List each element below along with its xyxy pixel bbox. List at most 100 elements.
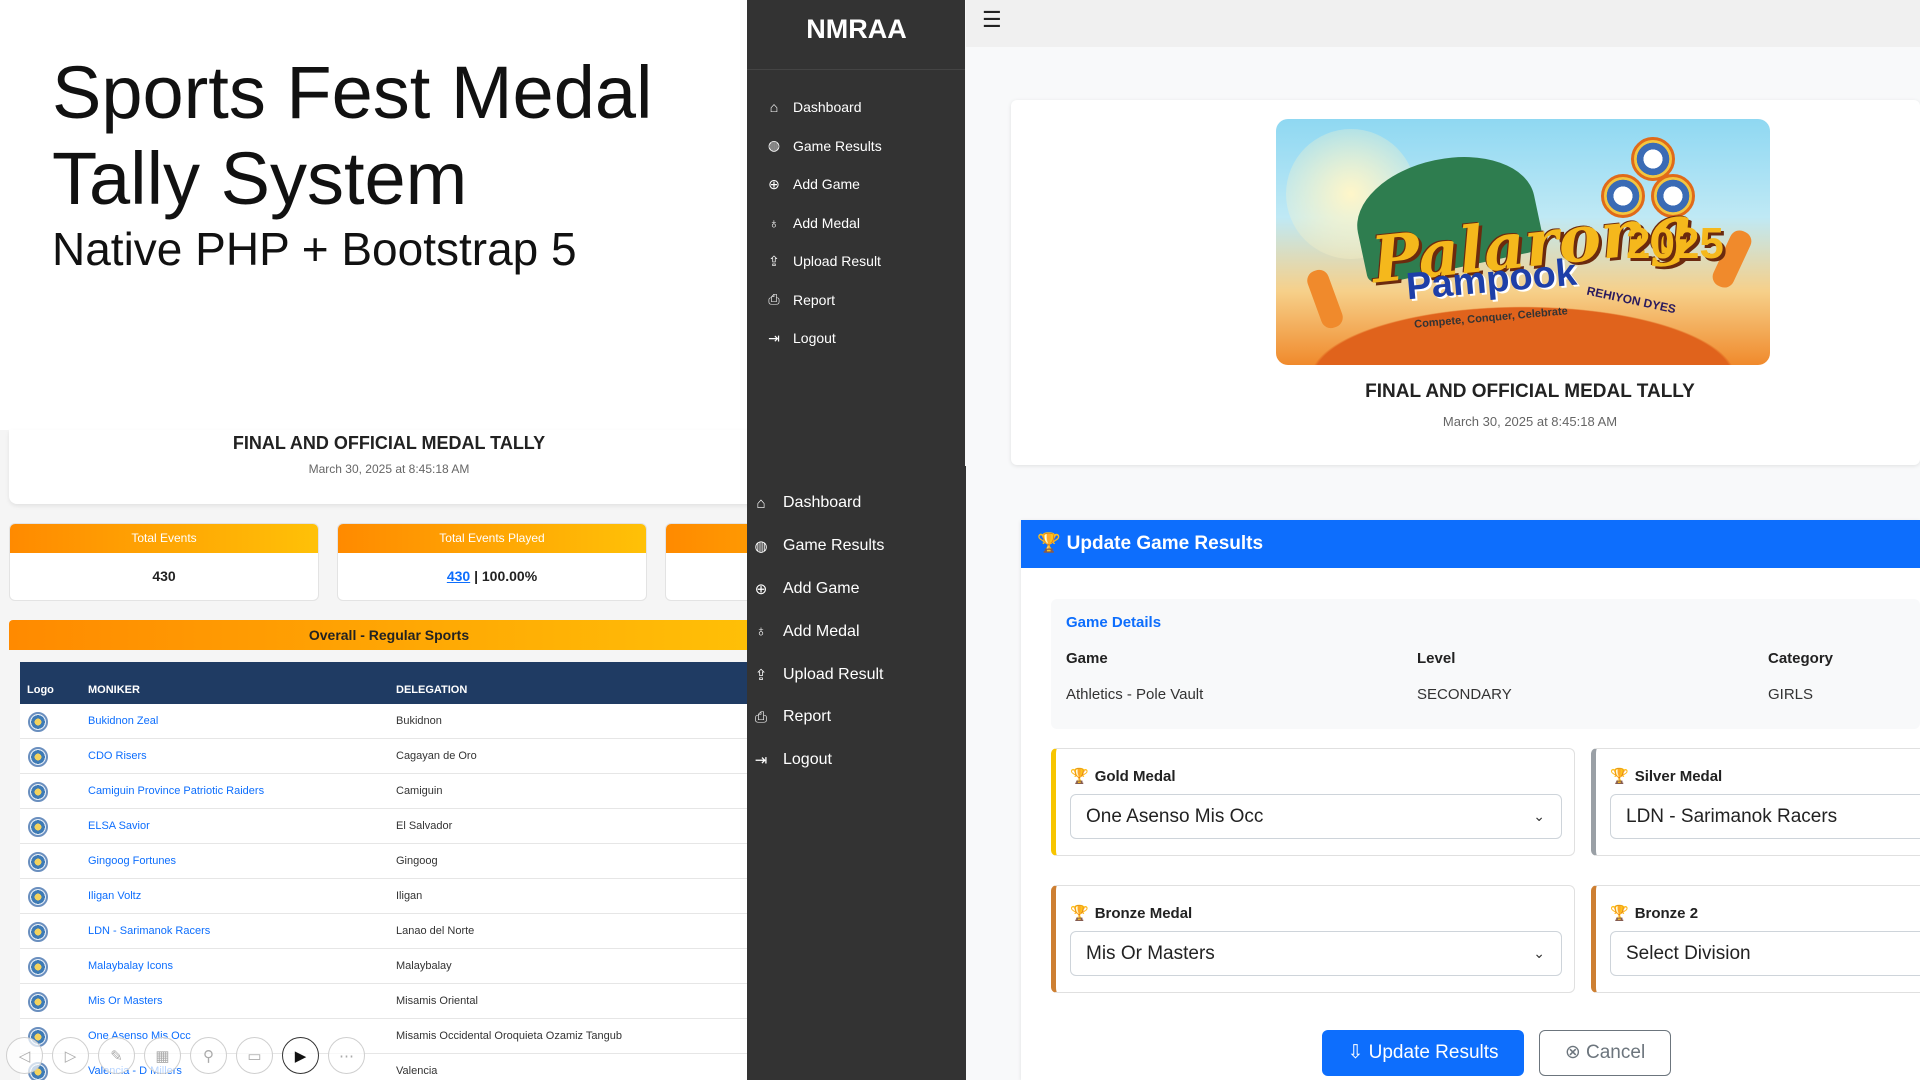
sidebar-item-label: Report xyxy=(793,291,836,308)
gold-medal-label: Gold Medal xyxy=(1094,768,1176,785)
event-banner-image: Palarong Pampook 2025 Compete, Conquer, … xyxy=(1276,119,1770,365)
column-header-moniker: MONIKER xyxy=(88,684,140,696)
camera-icon[interactable]: ▶ xyxy=(282,1037,319,1074)
moniker-link[interactable]: CDO Risers xyxy=(88,750,147,762)
delegation-logo xyxy=(28,992,48,1012)
printer-icon: ⎙ xyxy=(768,291,780,308)
event-banner-card: Palarong Pampook 2025 Compete, Conquer, … xyxy=(1011,100,1920,465)
delegation-logo xyxy=(28,817,48,837)
sidebar-item-add-medal[interactable]: ♁ Add Medal xyxy=(747,204,966,243)
update-results-card: 🏆 Update Game Results Game Details Game L… xyxy=(1021,520,1920,1080)
sidebar-item-add-game[interactable]: ⊕ Add Game xyxy=(747,568,966,611)
sidebar-item-game-results[interactable]: ◍ Game Results xyxy=(747,525,966,568)
slide-toolbar: ◁ ▷ ✎ ▦ ⚲ ▭ ▶ ⋯ xyxy=(6,1037,365,1074)
tally-title: FINAL AND OFFICIAL MEDAL TALLY xyxy=(232,433,546,453)
cancel-button[interactable]: ⊗ Cancel xyxy=(1539,1030,1671,1076)
gold-medal-card: 🏆 Gold Medal One Asenso Mis Occ ⌄ xyxy=(1051,748,1575,856)
sidebar-item-game-results[interactable]: ◍ Game Results xyxy=(747,127,966,166)
more-options-icon[interactable]: ⋯ xyxy=(328,1037,365,1074)
bronze2-medal-select[interactable]: Select Division⌄ xyxy=(1610,931,1920,976)
update-results-button[interactable]: ⇩ Update Results xyxy=(1322,1030,1524,1076)
pen-icon[interactable]: ✎ xyxy=(98,1037,135,1074)
table-row: Camiguin Province Patriotic Raiders Camig… xyxy=(20,774,747,809)
upload-icon: ⇪ xyxy=(768,252,780,269)
gold-medal-select[interactable]: One Asenso Mis Occ ⌄ xyxy=(1070,794,1562,839)
silver-medal-label: Silver Medal xyxy=(1634,768,1723,785)
moniker-link[interactable]: Camiguin Province Patriotic Raiders xyxy=(88,785,264,797)
sidebar-item-upload-result[interactable]: ⇪ Upload Result xyxy=(747,653,966,696)
delegation-logo xyxy=(28,957,48,977)
events-played-link[interactable]: 430 xyxy=(447,568,470,584)
home-icon: ⌂ xyxy=(769,99,779,116)
moniker-link[interactable]: Malaybalay Icons xyxy=(88,960,173,972)
delegation-logo xyxy=(28,782,48,802)
medal-icon: ♁ xyxy=(768,214,780,231)
events-played-percent: | 100.00% xyxy=(470,568,538,584)
silver-medal-select[interactable]: LDN - Sarimanok Racers⌄ xyxy=(1610,794,1920,839)
banner-year: 2025 xyxy=(1626,219,1724,268)
delegation-name: Misamis Oriental xyxy=(396,995,478,1007)
previous-slide-icon[interactable]: ◁ xyxy=(6,1037,43,1074)
sidebar-nav-secondary: ⌂ Dashboard ◍ Game Results ⊕ Add Game ♁ Add … xyxy=(747,482,966,782)
slide-subtitle: Native PHP + Bootstrap 5 xyxy=(52,223,577,275)
moniker-link[interactable]: Gingoog Fortunes xyxy=(88,855,176,867)
trophy-icon: 🏆 xyxy=(1070,905,1089,922)
bronze2-medal-card: 🏆 Bronze 2 Select Division⌄ xyxy=(1591,885,1920,993)
moniker-link[interactable]: Mis Or Masters xyxy=(88,995,163,1007)
column-header-delegation: DELEGATION xyxy=(396,684,468,696)
brand-title: NMRAA xyxy=(747,0,966,70)
table-row: CDO Risers Cagayan de Oro xyxy=(20,739,747,774)
zoom-icon[interactable]: ⚲ xyxy=(190,1037,227,1074)
moniker-link[interactable]: Bukidnon Zeal xyxy=(88,715,158,727)
chevron-down-icon: ⌄ xyxy=(1533,808,1545,824)
bronze-medal-label: Bronze Medal xyxy=(1094,905,1193,922)
basketball-icon: ◍ xyxy=(754,538,768,556)
silver-medal-value: LDN - Sarimanok Racers xyxy=(1626,806,1838,827)
stat-card-total-events: Total Events 430 xyxy=(9,523,319,601)
slides-grid-icon[interactable]: ▦ xyxy=(144,1037,181,1074)
sidebar-item-label: Game Results xyxy=(793,137,882,154)
table-row: LDN - Sarimanok Racers Lanao del Norte xyxy=(20,914,747,949)
sidebar-item-label: Add Game xyxy=(793,176,860,193)
category-value: GIRLS xyxy=(1768,686,1814,703)
logout-icon: ⇥ xyxy=(754,752,768,770)
delegation-logo xyxy=(28,922,48,942)
stat-card-events-played: Total Events Played 430 | 100.00% xyxy=(337,523,647,601)
trophy-icon: 🏆 xyxy=(1037,533,1061,554)
delegation-logo xyxy=(28,712,48,732)
next-slide-icon[interactable]: ▷ xyxy=(52,1037,89,1074)
medal-table: Logo MONIKER DELEGATION Bukidnon Zeal Buk… xyxy=(20,662,747,1080)
home-icon: ⌂ xyxy=(756,494,766,512)
bronze-medal-select[interactable]: Mis Or Masters ⌄ xyxy=(1070,931,1562,976)
subtitles-icon[interactable]: ▭ xyxy=(236,1037,273,1074)
delegation-name: Lanao del Norte xyxy=(396,925,475,937)
moniker-link[interactable]: LDN - Sarimanok Racers xyxy=(88,925,210,937)
sidebar-item-report[interactable]: ⎙ Report xyxy=(747,696,966,739)
delegation-name: Camiguin xyxy=(396,785,443,797)
sidebar-item-logout[interactable]: ⇥ Logout xyxy=(747,319,966,358)
trophy-icon: 🏆 xyxy=(1070,768,1089,785)
sidebar-item-add-medal[interactable]: ♁ Add Medal xyxy=(747,610,966,653)
sidebar-item-dashboard[interactable]: ⌂ Dashboard xyxy=(747,88,966,127)
plus-circle-icon: ⊕ xyxy=(754,580,768,598)
moniker-link[interactable]: ELSA Savior xyxy=(88,820,150,832)
overall-section-title: Overall - Regular Sports xyxy=(9,620,747,650)
column-header-logo: Logo xyxy=(27,684,54,696)
sidebar-item-logout[interactable]: ⇥ Logout xyxy=(747,739,966,782)
table-row: Iligan Voltz Iligan xyxy=(20,879,747,914)
game-value: Athletics - Pole Vault xyxy=(1066,686,1204,703)
sidebar-item-label: Upload Result xyxy=(793,253,881,270)
tally-header: FINAL AND OFFICIAL MEDAL TALLY March 30,… xyxy=(9,430,747,504)
game-label: Game xyxy=(1066,650,1108,667)
sidebar-nav: ⌂ Dashboard ◍ Game Results ⊕ Add Game ♁ Add … xyxy=(747,88,966,358)
delegation-name: El Salvador xyxy=(396,820,453,832)
sidebar-item-add-game[interactable]: ⊕ Add Game xyxy=(747,165,966,204)
moniker-link[interactable]: Iligan Voltz xyxy=(88,890,141,902)
sidebar-item-report[interactable]: ⎙ Report xyxy=(747,281,966,320)
chevron-down-icon: ⌄ xyxy=(1533,945,1545,961)
sidebar-item-label: Dashboard xyxy=(783,494,862,512)
menu-toggle-icon[interactable]: ☰ xyxy=(982,7,1002,33)
sidebar-item-dashboard[interactable]: ⌂ Dashboard xyxy=(747,482,966,525)
sidebar-item-upload-result[interactable]: ⇪ Upload Result xyxy=(747,242,966,281)
sidebar-item-label: Game Results xyxy=(783,537,885,555)
